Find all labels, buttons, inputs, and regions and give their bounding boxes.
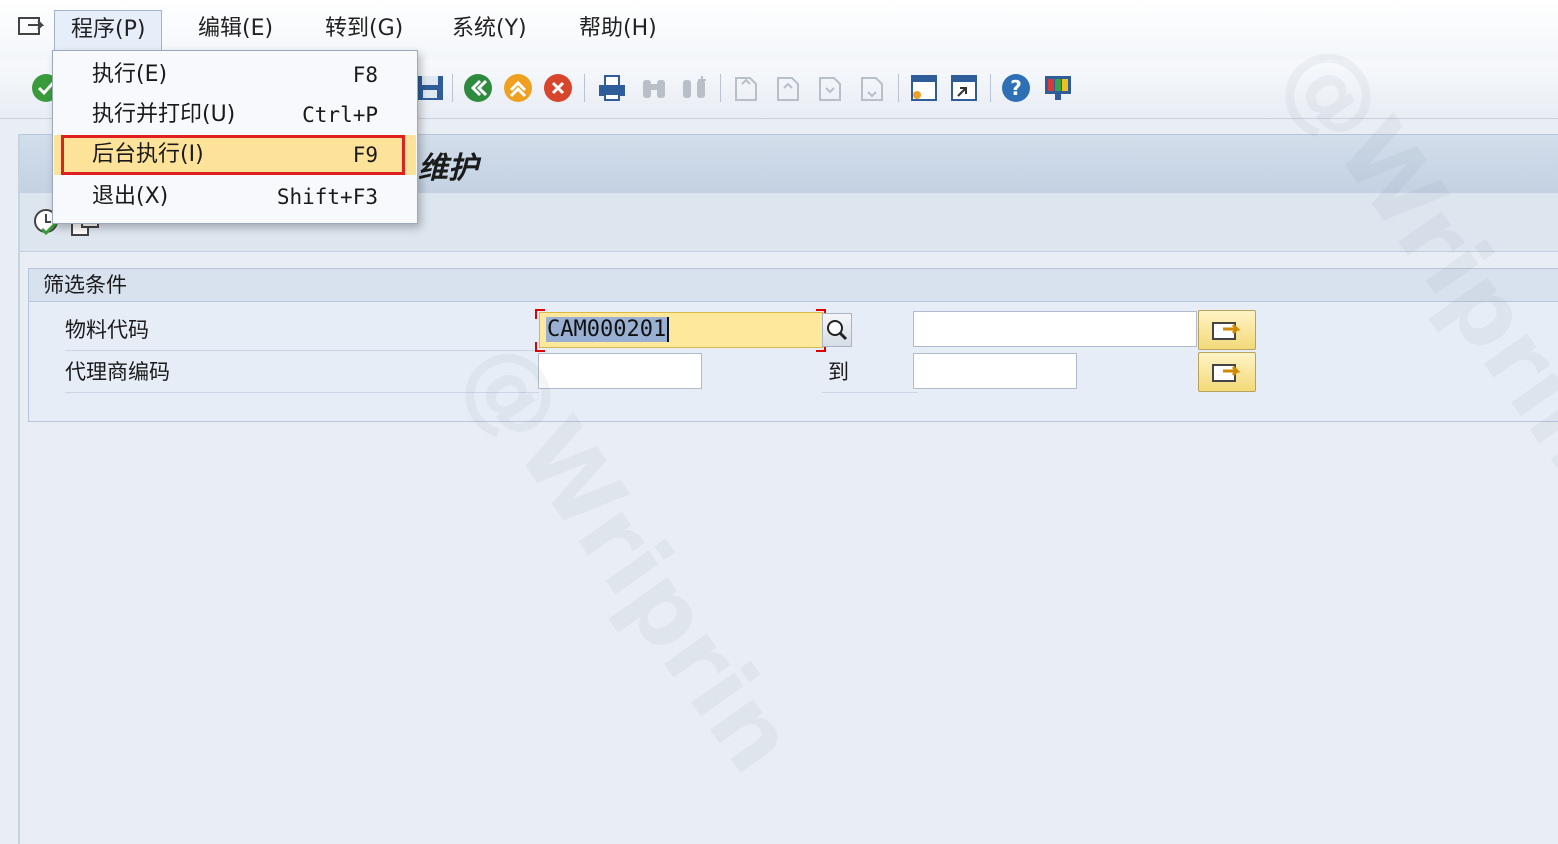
menu-program[interactable]: 程序(P) [54,10,163,50]
material-code-multiple-selection-button[interactable] [1198,310,1256,350]
menu-item-execute-and-print-label: 执行并打印(U) [92,102,236,127]
menu-item-exit-shortcut: Shift+F3 [276,185,378,209]
material-code-from-value: CAM000201 [546,317,668,342]
agent-code-from-input[interactable] [538,353,702,389]
next-page-icon[interactable] [814,72,846,104]
menu-help[interactable]: 帮助(H) [563,10,673,48]
back-icon[interactable] [462,72,494,104]
agent-code-multiple-selection-button[interactable] [1198,352,1256,392]
menu-item-execute-and-print[interactable]: 执行并打印(U) Ctrl+P [54,95,416,135]
exit-icon[interactable] [502,72,534,104]
first-page-icon[interactable] [730,72,762,104]
material-code-search-help-button[interactable] [822,313,852,347]
shortcut-icon[interactable] [948,72,980,104]
previous-page-icon[interactable] [772,72,804,104]
menu-item-execute-in-background-label: 后台执行(I) [92,142,204,167]
program-dropdown-menu: 执行(E) F8 执行并打印(U) Ctrl+P 后台执行(I) F9 退出(X… [52,50,418,224]
menu-item-execute-in-background[interactable]: 后台执行(I) F9 [54,135,416,175]
menu-system[interactable]: 系统(Y) [436,10,543,48]
menu-item-execute-in-background-shortcut: F9 [352,143,378,167]
menu-edit[interactable]: 编辑(E) [182,10,289,48]
menu-item-execute-and-print-shortcut: Ctrl+P [302,103,378,127]
filter-group-title: 筛选条件 [43,273,127,297]
filter-group-header: 筛选条件 [29,269,1558,302]
agent-code-label: 代理商编码 [65,352,539,393]
page-title: 维护 [418,151,478,186]
menu-item-execute[interactable]: 执行(E) F8 [54,55,416,95]
range-to-label: 到 [822,352,918,393]
svg-text:?: ? [1010,76,1022,100]
material-code-from-input[interactable]: CAM000201 [539,312,823,348]
print-icon[interactable] [596,72,628,104]
multiple-selection-arrow-icon [1212,322,1241,340]
create-session-icon[interactable] [908,72,940,104]
find-icon[interactable] [638,72,670,104]
search-icon [827,320,848,341]
multiple-selection-arrow-icon [1212,364,1241,382]
last-page-icon[interactable] [856,72,888,104]
system-menu-icon[interactable] [16,12,46,42]
material-code-to-input[interactable] [913,311,1197,347]
agent-code-to-input[interactable] [913,353,1077,389]
customize-layout-icon[interactable] [1042,72,1074,104]
cancel-icon[interactable] [542,72,574,104]
material-code-label: 物料代码 [65,310,539,351]
save-icon[interactable] [414,72,446,104]
menu-item-exit[interactable]: 退出(X) Shift+F3 [54,177,416,217]
menu-item-exit-label: 退出(X) [92,184,169,209]
menu-goto[interactable]: 转到(G) [309,10,419,48]
menu-item-execute-label: 执行(E) [92,62,168,87]
filter-group: 筛选条件 物料代码 CAM000201 代理商编码 到 [28,268,1558,422]
menu-item-execute-shortcut: F8 [352,63,378,87]
help-icon[interactable]: ? [1000,72,1032,104]
find-next-icon[interactable] [678,72,710,104]
